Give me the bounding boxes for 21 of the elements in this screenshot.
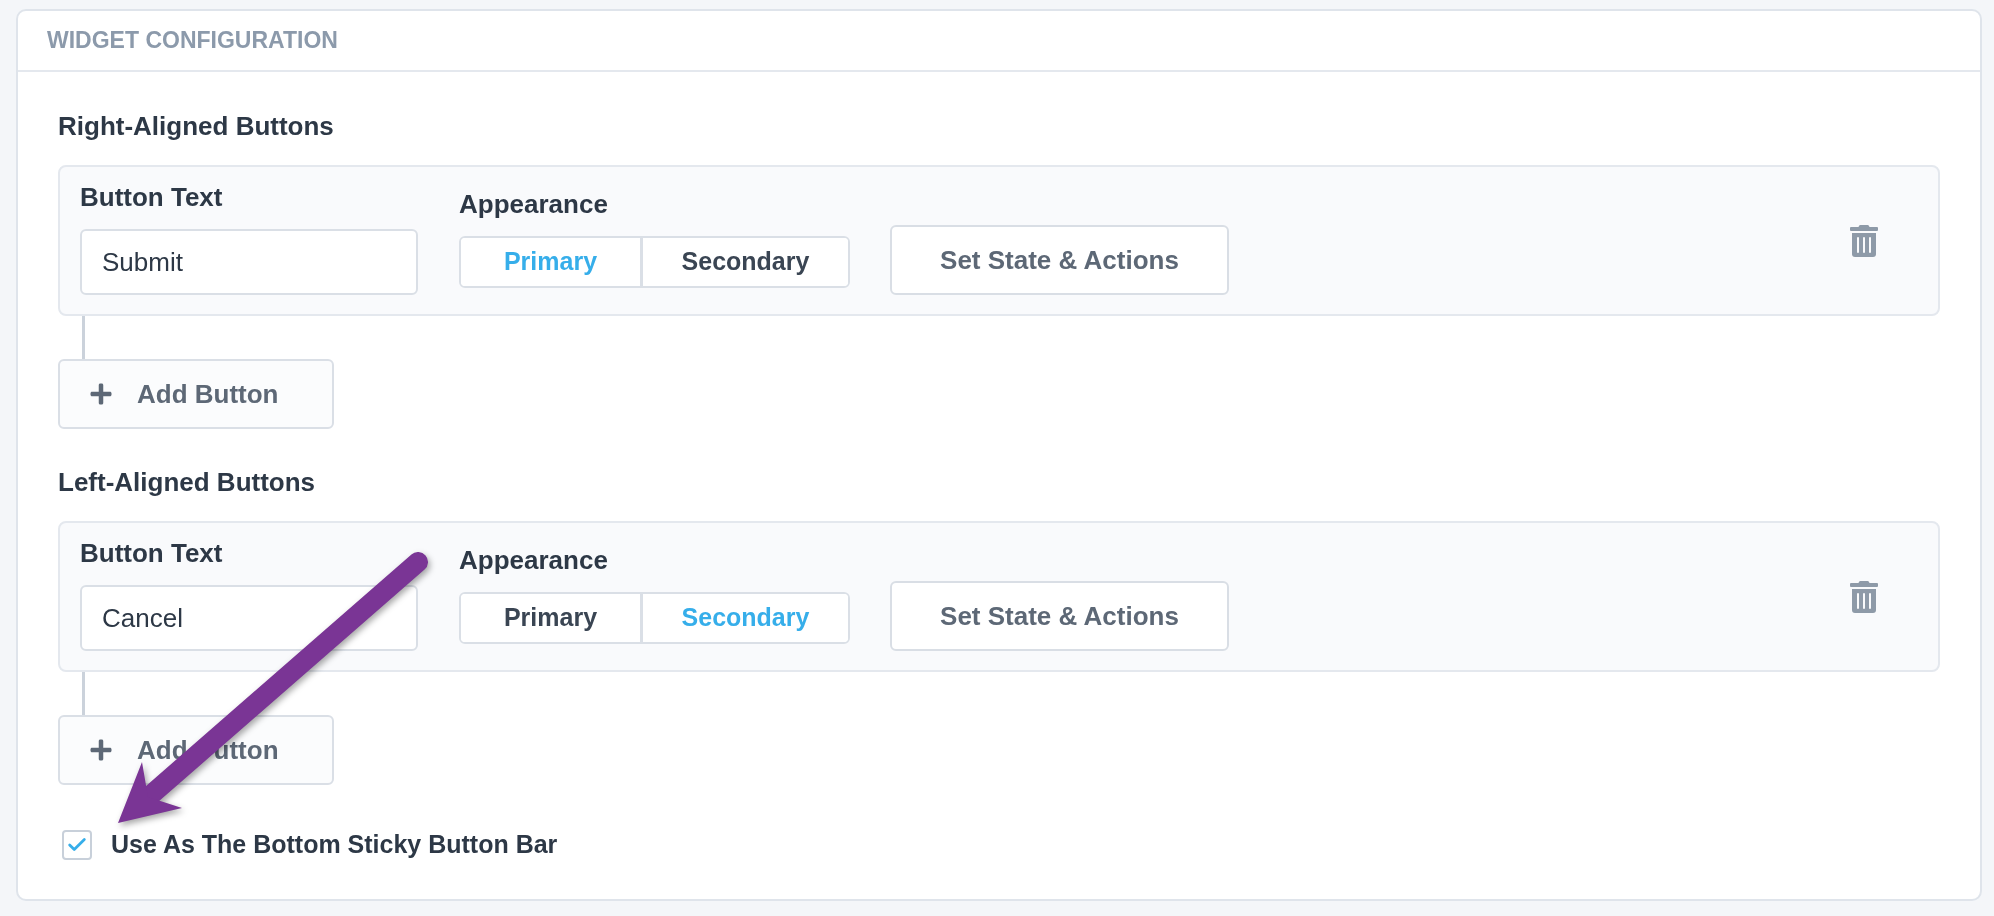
panel-title: WIDGET CONFIGURATION [47, 26, 338, 56]
plus-icon [89, 738, 113, 762]
trash-icon [1850, 225, 1878, 257]
add-button[interactable]: Add Button [58, 359, 334, 429]
appearance-option[interactable]: Secondary [640, 238, 848, 286]
section-heading: Left-Aligned Buttons [58, 466, 316, 498]
button-text-input[interactable]: Cancel [80, 585, 418, 651]
set-state-actions-button[interactable]: Set State & Actions [890, 581, 1229, 651]
checkbox[interactable] [62, 829, 92, 860]
button-text-input[interactable]: Submit [80, 229, 418, 295]
trash-icon [1850, 581, 1878, 613]
delete-button[interactable] [1849, 581, 1879, 613]
field-label: Button Text [80, 182, 224, 212]
field-label: Appearance [459, 545, 609, 575]
delete-button[interactable] [1849, 225, 1879, 257]
plus-icon [89, 382, 113, 406]
checkbox-label: Use As The Bottom Sticky Button Bar [111, 829, 558, 860]
set-state-actions-button[interactable]: Set State & Actions [890, 225, 1229, 295]
field-label: Button Text [80, 538, 224, 568]
section-heading: Right-Aligned Buttons [58, 110, 334, 142]
field-label: Appearance [459, 189, 609, 219]
